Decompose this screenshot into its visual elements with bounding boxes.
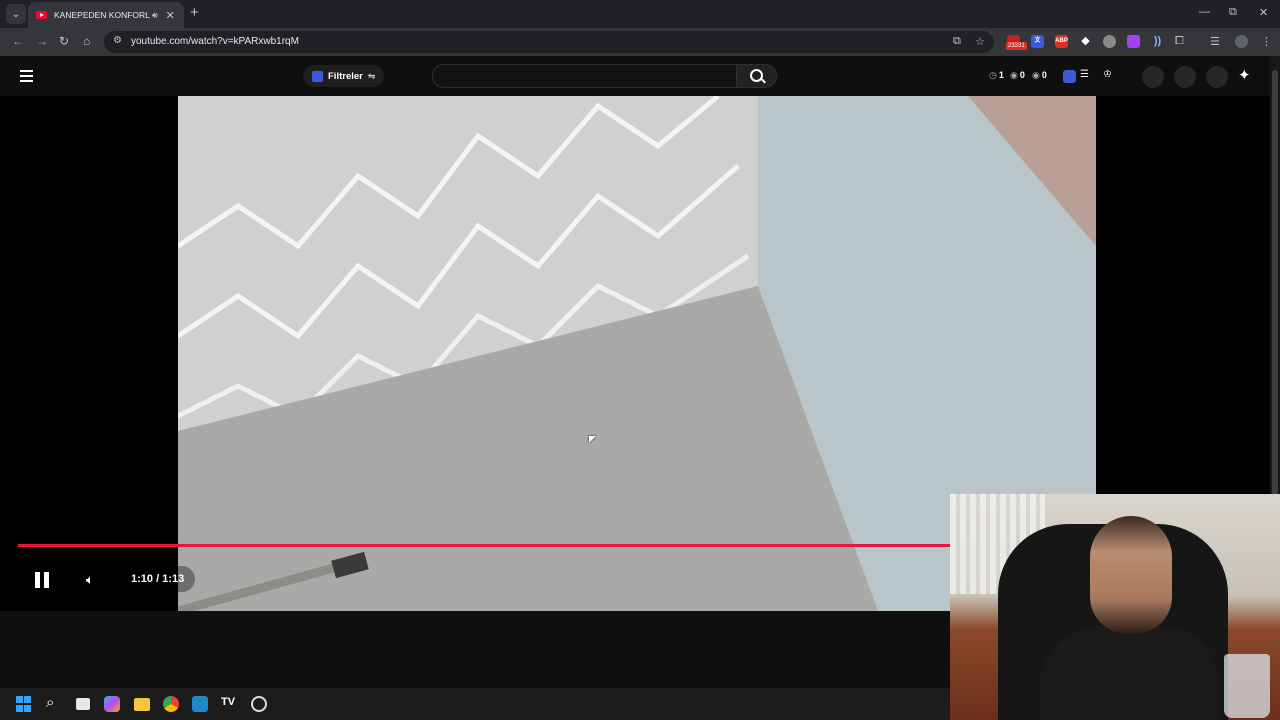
webcam-glass	[1224, 654, 1270, 718]
tab-title: KANEPEDEN KONFORLU V...	[54, 10, 150, 20]
tradingview-icon[interactable]: TV	[221, 696, 235, 708]
mouse-cursor-icon	[589, 436, 596, 443]
eye-icon: ◉	[1032, 70, 1040, 80]
eye-icon: ◉	[1010, 70, 1018, 80]
gemini-sparkle-icon[interactable]: ✦	[1238, 66, 1251, 84]
browser-toolbar: ← → ↻ ⌂ ⚙ youtube.com/watch?v=kPARxwb1rq…	[0, 28, 1280, 56]
search-icon	[750, 69, 763, 82]
media-control-icon[interactable]: ☰	[1210, 35, 1220, 48]
webcam-person-body	[1040, 626, 1220, 720]
clock-icon: ◷	[989, 70, 997, 80]
volume-icon[interactable]: 🔈︎	[86, 572, 94, 588]
watching-stat[interactable]: ◉ 0	[1032, 70, 1047, 81]
extension-badge: 23331	[1006, 42, 1027, 50]
task-view-icon[interactable]	[76, 698, 90, 710]
browser-tab-strip: ⌄ KANEPEDEN KONFORLU V... 🔊︎ ✕ + — ⧉ ✕	[0, 0, 1280, 28]
new-tab-button[interactable]: +	[190, 5, 199, 21]
filter-extension-icon[interactable]	[1063, 70, 1076, 83]
back-arrow-icon[interactable]: ←	[12, 34, 24, 48]
reload-icon[interactable]: ↻	[59, 34, 69, 48]
views-count: 0	[1019, 70, 1025, 80]
browser-menu-icon[interactable]: ⋮	[1261, 35, 1272, 48]
list-icon[interactable]: ☰	[1080, 69, 1089, 80]
watching-count: 0	[1041, 70, 1047, 80]
menu-hamburger-icon[interactable]	[20, 70, 33, 85]
taskbar-search-icon[interactable]: ⌕	[46, 694, 54, 711]
header-button[interactable]	[1206, 66, 1228, 88]
header-button[interactable]	[1174, 66, 1196, 88]
filter-extension-icon	[312, 70, 323, 82]
diamond-extension-icon[interactable]: ◆	[1079, 35, 1092, 48]
time-display: 1:10 / 1:13	[120, 566, 196, 592]
webcam-overlay	[950, 494, 1280, 720]
app-icon[interactable]	[192, 696, 208, 712]
home-icon[interactable]: ⌂	[83, 34, 90, 48]
bookmark-star-icon[interactable]: ☆	[975, 35, 985, 48]
history-count: 1	[998, 70, 1004, 80]
window-close-icon[interactable]: ✕	[1259, 6, 1268, 19]
extension-icon[interactable]	[1103, 35, 1116, 48]
translate-extension-icon[interactable]: 文	[1031, 35, 1044, 48]
filters-label: Filtreler	[328, 70, 363, 82]
install-app-icon[interactable]: ⧉	[953, 35, 961, 48]
tab-close-icon[interactable]: ✕	[166, 9, 175, 22]
header-button[interactable]	[1142, 66, 1164, 88]
extension-icon[interactable]: ))	[1151, 35, 1164, 48]
webcam-person-head	[1090, 516, 1172, 634]
minimize-icon[interactable]: —	[1199, 6, 1210, 18]
chrome-icon[interactable]	[163, 696, 179, 712]
windows-taskbar: ⌕ TV	[0, 688, 950, 720]
tab-audio-icon[interactable]: 🔊︎	[152, 10, 158, 21]
history-stat[interactable]: ◷ 1	[989, 70, 1004, 81]
windows-start-icon[interactable]	[16, 696, 32, 712]
tune-icon: ⇋	[367, 70, 376, 81]
filters-button[interactable]: Filtreler ⇋	[303, 65, 385, 87]
progress-bar[interactable]	[18, 544, 950, 547]
address-bar[interactable]: ⚙ youtube.com/watch?v=kPARxwb1rqM ⧉ ☆	[104, 31, 994, 53]
copilot-icon[interactable]	[104, 696, 120, 712]
extension-icon[interactable]	[1127, 35, 1140, 48]
url-text[interactable]: youtube.com/watch?v=kPARxwb1rqM	[131, 36, 299, 47]
extensions-puzzle-icon[interactable]: ⧠	[1175, 35, 1184, 48]
youtube-header: Filtreler ⇋ ◷ 1 ◉ 0 ◉ 0 ☰ ♔ ✦	[0, 56, 1270, 96]
restore-icon[interactable]: ⧉	[1229, 6, 1237, 19]
app-icon[interactable]	[251, 696, 267, 712]
trophy-icon[interactable]: ♔	[1103, 69, 1112, 80]
site-info-icon[interactable]: ⚙	[113, 35, 122, 46]
file-explorer-icon[interactable]	[134, 698, 150, 711]
search-button[interactable]	[737, 64, 777, 88]
pause-button[interactable]	[35, 572, 49, 588]
browser-tab[interactable]: KANEPEDEN KONFORLU V... 🔊︎ ✕	[28, 2, 184, 28]
adblock-extension-icon[interactable]: ABP	[1055, 35, 1068, 48]
forward-arrow-icon[interactable]: →	[36, 34, 48, 48]
youtube-favicon-icon	[36, 11, 47, 19]
views-stat[interactable]: ◉ 0	[1010, 70, 1025, 81]
profile-avatar[interactable]	[1235, 35, 1248, 48]
search-input[interactable]	[432, 64, 737, 88]
scrollbar-thumb[interactable]	[1272, 70, 1278, 540]
tab-search-chevron-icon[interactable]: ⌄	[6, 4, 26, 24]
